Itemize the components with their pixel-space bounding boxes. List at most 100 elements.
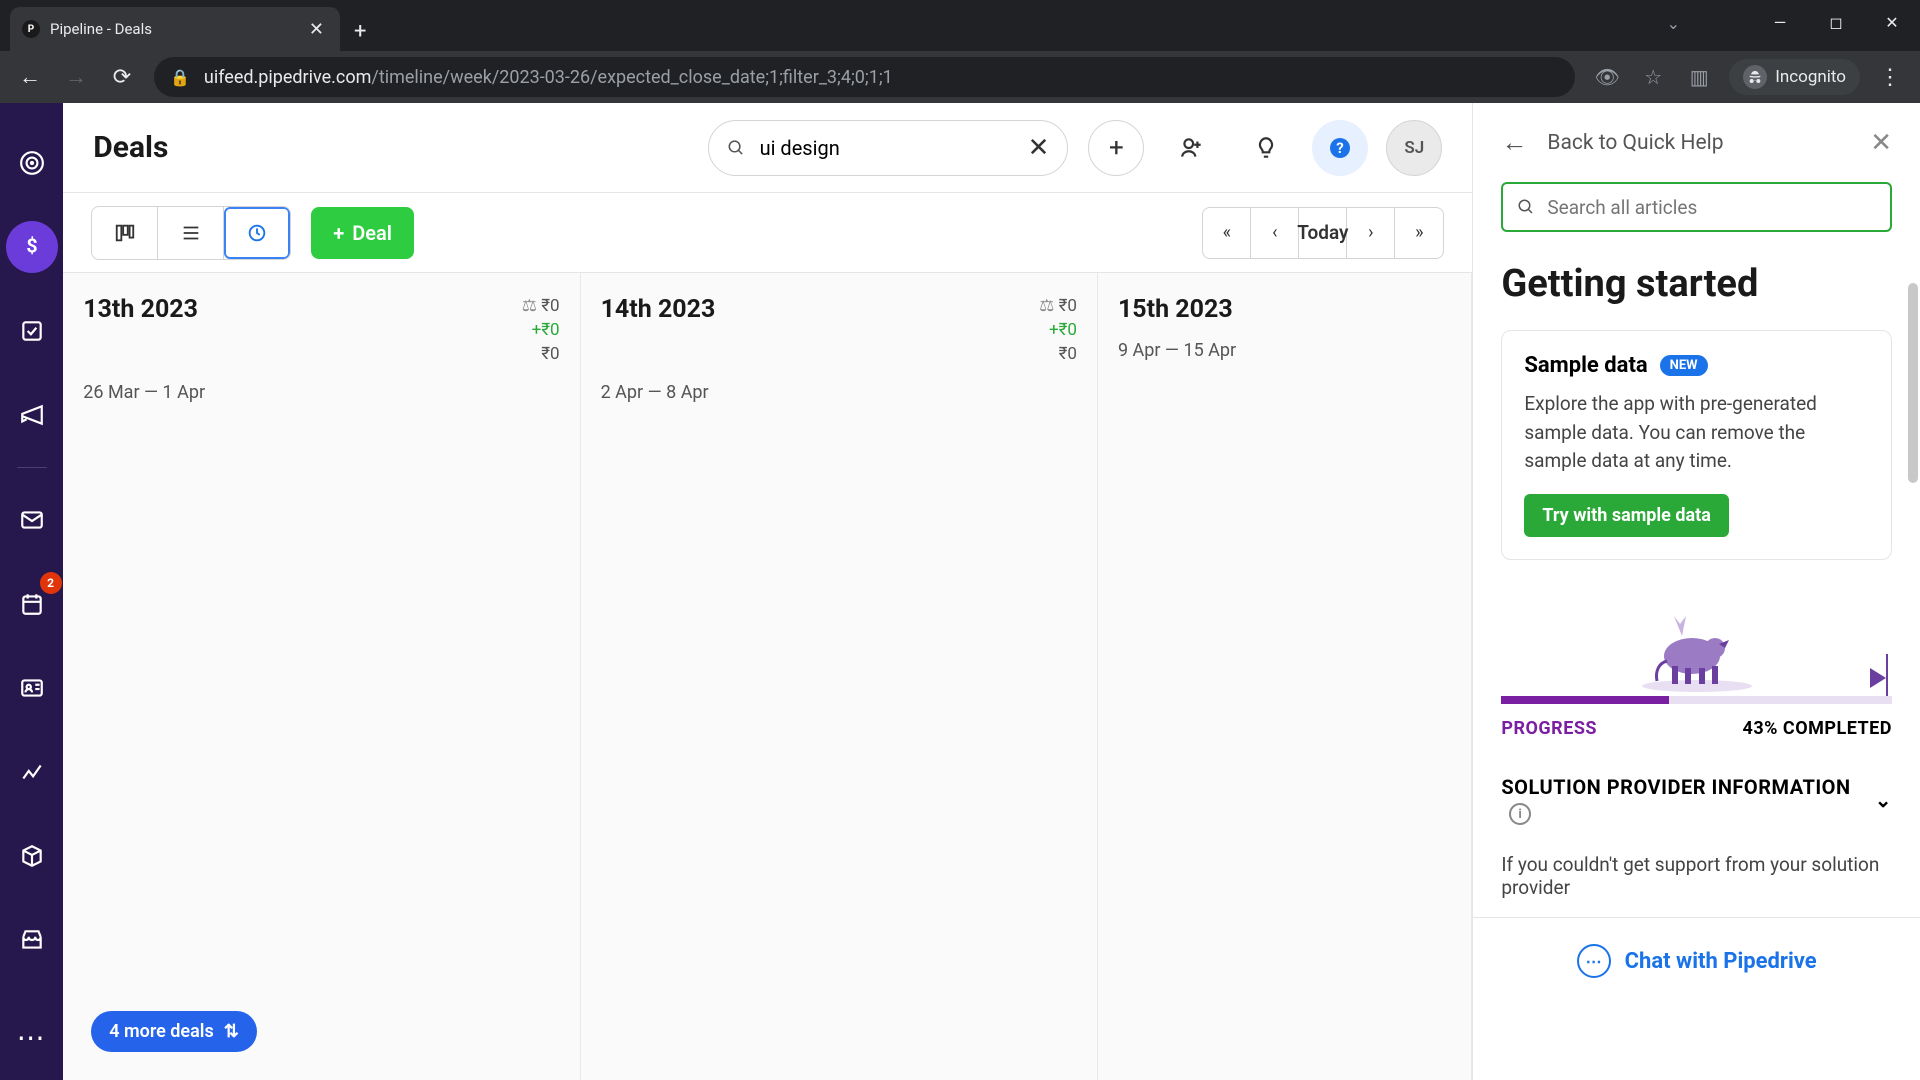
- column-range: 2 Apr — 8 Apr: [601, 382, 1077, 403]
- sidebar-item-campaigns[interactable]: [6, 389, 58, 441]
- column-range: 26 Mar — 1 Apr: [83, 382, 559, 403]
- help-back-button[interactable]: ←: [1501, 127, 1527, 158]
- progress-row: PROGRESS 43% COMPLETED: [1473, 704, 1920, 745]
- svg-text:?: ?: [1337, 139, 1344, 157]
- progress-label: PROGRESS: [1501, 718, 1597, 739]
- url-host: uifeed.pipedrive.com: [204, 67, 371, 88]
- tips-icon[interactable]: [1238, 120, 1294, 176]
- column-zero: ₹0: [522, 343, 560, 367]
- search-input[interactable]: [760, 136, 1014, 160]
- nav-last-button[interactable]: »: [1395, 208, 1443, 258]
- help-search-input[interactable]: [1547, 196, 1876, 219]
- incognito-label: Incognito: [1775, 67, 1846, 87]
- solution-provider-accordion[interactable]: SOLUTION PROVIDER INFORMATION i ⌄: [1473, 745, 1920, 836]
- address-bar[interactable]: 🔒 uifeed.pipedrive.com/timeline/week/202…: [154, 57, 1575, 97]
- sidebar-more-icon[interactable]: ⋯: [17, 1021, 47, 1054]
- eye-off-icon[interactable]: 👁: [1587, 57, 1627, 97]
- tab-search-icon[interactable]: ⌄: [1667, 14, 1680, 33]
- help-search-field[interactable]: [1501, 182, 1892, 232]
- tab-title: Pipeline - Deals: [50, 20, 305, 38]
- column-value: ₹0: [1059, 296, 1077, 316]
- column-plus: +₹0: [522, 319, 560, 343]
- search-icon: [1517, 198, 1535, 216]
- search-field[interactable]: ✕: [708, 120, 1068, 176]
- forward-button[interactable]: →: [56, 57, 96, 97]
- chevron-down-icon: ⌄: [1875, 788, 1892, 812]
- sidebar-item-mail[interactable]: [6, 494, 58, 546]
- window-controls: ― ◻ ✕: [1752, 0, 1920, 44]
- clear-search-icon[interactable]: ✕: [1028, 133, 1050, 163]
- close-window-button[interactable]: ✕: [1864, 13, 1920, 32]
- more-deals-label: 4 more deals: [109, 1021, 213, 1042]
- column-stats: ⚖ ₹0 +₹0 ₹0: [522, 295, 560, 366]
- help-back-label[interactable]: Back to Quick Help: [1547, 131, 1850, 155]
- sidebar-item-activities[interactable]: 2: [6, 578, 58, 630]
- progress-bar: [1501, 696, 1892, 704]
- svg-text:$: $: [26, 234, 37, 257]
- invite-users-icon[interactable]: [1164, 120, 1220, 176]
- new-badge: NEW: [1660, 355, 1708, 376]
- view-toolbar: + Deal « ‹ Today › »: [63, 193, 1472, 273]
- sidebar-item-leads[interactable]: [6, 137, 58, 189]
- nav-next-button[interactable]: ›: [1347, 208, 1395, 258]
- maximize-button[interactable]: ◻: [1808, 13, 1864, 32]
- column-title: 14th 2023: [601, 295, 716, 324]
- user-avatar[interactable]: SJ: [1386, 120, 1442, 176]
- date-navigator: « ‹ Today › »: [1202, 207, 1444, 259]
- main-content: Deals ✕ + ? SJ: [63, 103, 1472, 1080]
- url-path: /timeline/week/2023-03-26/expected_close…: [371, 67, 892, 88]
- list-view-button[interactable]: [158, 207, 224, 259]
- sidebar-separator: [17, 467, 47, 468]
- pipeline-view-button[interactable]: [92, 207, 158, 259]
- bookmark-icon[interactable]: ☆: [1633, 57, 1673, 97]
- today-button[interactable]: Today: [1299, 208, 1347, 258]
- help-panel: ← Back to Quick Help ✕ Getting started S…: [1472, 103, 1920, 1080]
- add-button[interactable]: +: [1088, 120, 1144, 176]
- expand-icon: ⇅: [224, 1021, 239, 1042]
- notification-badge: 2: [40, 572, 62, 594]
- try-sample-data-button[interactable]: Try with sample data: [1524, 494, 1729, 537]
- sidebar-item-projects[interactable]: [6, 305, 58, 357]
- back-button[interactable]: ←: [10, 57, 50, 97]
- nav-first-button[interactable]: «: [1203, 208, 1251, 258]
- new-tab-button[interactable]: +: [340, 11, 380, 51]
- browser-toolbar: ← → ⟳ 🔒 uifeed.pipedrive.com/timeline/we…: [0, 51, 1920, 103]
- column-zero: ₹0: [1039, 343, 1077, 367]
- card-description: Explore the app with pre-generated sampl…: [1524, 390, 1869, 476]
- column-title: 13th 2023: [83, 295, 198, 324]
- chat-icon: ⋯: [1577, 944, 1611, 978]
- help-note: If you couldn't get support from your so…: [1473, 835, 1920, 899]
- page-title: Deals: [93, 130, 168, 165]
- toolbar-actions: 👁 ☆ ▥ Incognito ⋮: [1587, 57, 1910, 97]
- tab-close-icon[interactable]: ✕: [305, 19, 328, 40]
- plus-icon: +: [333, 221, 344, 245]
- deal-button-label: Deal: [352, 221, 392, 245]
- browser-menu-icon[interactable]: ⋮: [1870, 65, 1910, 90]
- help-button[interactable]: ?: [1312, 120, 1368, 176]
- timeline-column: 13th 2023 ⚖ ₹0 +₹0 ₹0 26 Mar — 1 Apr: [63, 273, 580, 1080]
- help-header: ← Back to Quick Help ✕: [1473, 103, 1920, 170]
- nav-prev-button[interactable]: ‹: [1251, 208, 1299, 258]
- browser-tab[interactable]: P Pipeline - Deals ✕: [10, 7, 340, 51]
- sidebar-item-marketplace[interactable]: [6, 914, 58, 966]
- lock-icon: 🔒: [170, 68, 190, 87]
- sidebar-item-contacts[interactable]: [6, 662, 58, 714]
- more-deals-pill[interactable]: 4 more deals ⇅: [91, 1011, 257, 1052]
- minimize-button[interactable]: ―: [1752, 13, 1808, 32]
- side-panel-icon[interactable]: ▥: [1679, 57, 1719, 97]
- add-deal-button[interactable]: + Deal: [311, 207, 414, 259]
- sidebar-item-deals[interactable]: $: [6, 221, 58, 273]
- sidebar-item-products[interactable]: [6, 830, 58, 882]
- sidebar-item-insights[interactable]: [6, 746, 58, 798]
- timeline-column: 14th 2023 ⚖ ₹0 +₹0 ₹0 2 Apr — 8 Apr: [581, 273, 1098, 1080]
- scale-icon: ⚖: [522, 296, 537, 316]
- column-range: 9 Apr — 15 Apr: [1118, 340, 1451, 361]
- forecast-view-button[interactable]: [224, 207, 290, 259]
- chat-with-pipedrive-button[interactable]: ⋯ Chat with Pipedrive: [1473, 917, 1920, 1004]
- column-plus: +₹0: [1039, 319, 1077, 343]
- incognito-badge[interactable]: Incognito: [1729, 59, 1860, 95]
- reload-button[interactable]: ⟳: [102, 57, 142, 97]
- info-icon[interactable]: i: [1509, 803, 1531, 825]
- help-close-button[interactable]: ✕: [1870, 128, 1892, 158]
- help-scrollbar[interactable]: [1908, 283, 1918, 483]
